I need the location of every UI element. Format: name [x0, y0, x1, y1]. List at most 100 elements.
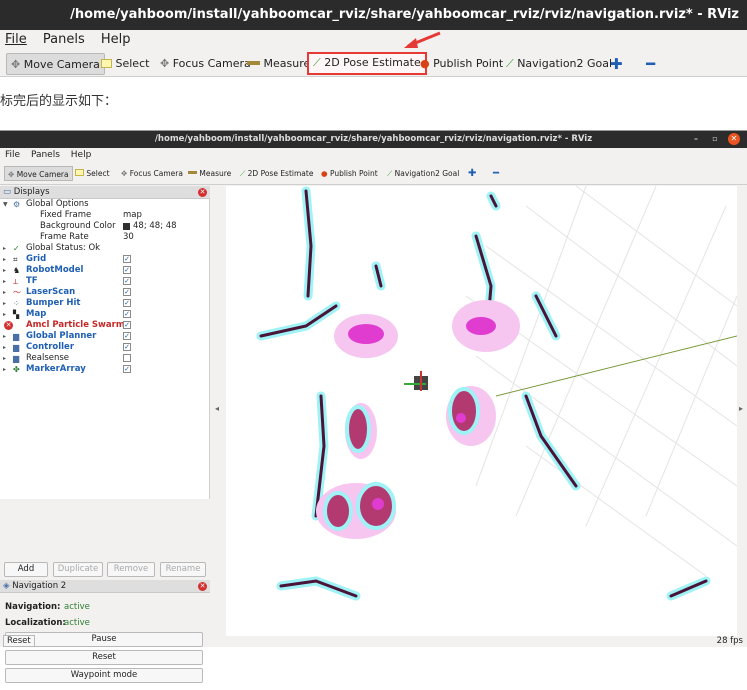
- collapse-left-icon[interactable]: ◂: [215, 404, 219, 413]
- close-icon[interactable]: ✕: [728, 133, 740, 145]
- displays-header: ▭ Displays ✕: [0, 186, 210, 199]
- tree-item-controller[interactable]: ▸ ▆ Controller ✓: [0, 342, 210, 353]
- tree-item-markerarray[interactable]: ▸ ✤ MarkerArray ✓: [0, 364, 210, 375]
- expand-icon[interactable]: ▸: [3, 342, 6, 353]
- waypoint-mode-button[interactable]: Waypoint mode: [5, 668, 203, 683]
- expand-icon[interactable]: ▼: [3, 199, 8, 210]
- expand-icon[interactable]: ▸: [3, 353, 6, 364]
- expand-icon[interactable]: ▸: [3, 276, 6, 287]
- add-button[interactable]: Add: [4, 562, 48, 577]
- grid-lines: [465, 186, 737, 577]
- displays-panel: ▭ Displays ✕ ▼ ⚙ Global Options Fixed Fr…: [0, 186, 210, 683]
- expand-icon[interactable]: ▸: [3, 309, 6, 320]
- check-icon: ✓: [13, 244, 20, 253]
- expand-icon[interactable]: ▸: [3, 364, 6, 375]
- enable-checkbox[interactable]: ✓: [123, 365, 131, 373]
- expand-icon[interactable]: ▸: [3, 254, 6, 265]
- tree-item-laserscan[interactable]: ▸ 〜 LaserScan ✓: [0, 287, 210, 298]
- tree-item-frame-rate[interactable]: Frame Rate 30: [0, 232, 210, 243]
- map-icon: ▚: [13, 310, 20, 319]
- menu-panels[interactable]: Panels: [31, 150, 60, 160]
- collapse-right-icon[interactable]: ▸: [739, 404, 743, 413]
- display-buttons: Add Duplicate Remove Rename: [0, 560, 210, 578]
- enable-checkbox[interactable]: ✓: [123, 266, 131, 274]
- ruler-icon: [188, 171, 197, 174]
- enable-checkbox[interactable]: ✓: [123, 332, 131, 340]
- move-camera-icon: ✥: [8, 170, 15, 179]
- remove-button[interactable]: Remove: [107, 562, 155, 577]
- map-canvas[interactable]: [226, 186, 737, 636]
- green-arrow-icon: ⟋: [240, 169, 246, 178]
- enable-checkbox[interactable]: ✓: [123, 310, 131, 318]
- status-bar: Reset 28 fps: [0, 634, 747, 648]
- remove-tool-icon[interactable]: ━: [490, 166, 502, 181]
- markers-icon: ✤: [13, 365, 20, 374]
- rviz-window: /home/yahboom/install/yahboomcar_rviz/sh…: [0, 130, 747, 683]
- expand-icon[interactable]: ▸: [3, 265, 6, 276]
- menu-file[interactable]: File: [5, 150, 20, 160]
- displays-tree: ▼ ⚙ Global Options Fixed Frame map Backg…: [0, 199, 210, 499]
- minimize-icon[interactable]: –: [690, 133, 702, 145]
- expand-icon[interactable]: ▸: [3, 331, 6, 342]
- robot-icon: ♞: [13, 266, 21, 275]
- localization-status: active: [64, 618, 90, 628]
- tree-item-realsense[interactable]: ▸ ▆ Realsense: [0, 353, 210, 364]
- annotation-arrow: [404, 31, 441, 48]
- right-splitter[interactable]: ▸: [737, 186, 747, 636]
- rviz-menu-bar: File Panels Help: [0, 148, 747, 162]
- monitor-icon: ▭: [3, 187, 12, 197]
- splitter-handle[interactable]: ◂: [210, 186, 226, 636]
- tree-item-robotmodel[interactable]: ▸ ♞ RobotModel ✓: [0, 265, 210, 276]
- publish-point-button[interactable]: ● Publish Point: [318, 166, 381, 181]
- pose-estimate-button[interactable]: ⟋ 2D Pose Estimate: [237, 166, 316, 181]
- grid-icon: ⌗: [13, 255, 18, 264]
- tree-item-global-status[interactable]: ▸ ✓ Global Status: Ok: [0, 243, 210, 254]
- reset-nav-button[interactable]: Reset: [5, 650, 203, 665]
- color-swatch[interactable]: [123, 223, 130, 230]
- axes-icon: ⟂: [13, 277, 19, 286]
- tree-item-background-color[interactable]: Background Color 48; 48; 48: [0, 221, 210, 232]
- maximize-icon[interactable]: ▫: [709, 133, 721, 145]
- enable-checkbox[interactable]: ✓: [123, 288, 131, 296]
- enable-checkbox[interactable]: ✓: [123, 321, 131, 329]
- select-button[interactable]: Select: [72, 166, 113, 181]
- enable-checkbox[interactable]: ✓: [123, 255, 131, 263]
- global-plan-path: [495, 335, 737, 397]
- tree-item-map[interactable]: ▸ ▚ Map ✓: [0, 309, 210, 320]
- nav2-header: ◈ Navigation 2 ✕: [0, 580, 210, 593]
- rviz-tool-bar: ✥ Move Camera Select ✥ Focus Camera Meas…: [0, 162, 747, 185]
- tree-item-grid[interactable]: ▸ ⌗ Grid ✓: [0, 254, 210, 265]
- costmap-obstacles: [256, 186, 711, 601]
- reset-view-button[interactable]: Reset: [3, 635, 35, 647]
- expand-icon[interactable]: ▸: [3, 298, 6, 309]
- tree-item-bumper-hit[interactable]: ▸ ⁘ Bumper Hit ✓: [0, 298, 210, 309]
- measure-button[interactable]: Measure: [185, 166, 234, 181]
- move-camera-button[interactable]: ✥ Move Camera: [4, 166, 73, 181]
- expand-icon[interactable]: ▸: [3, 243, 6, 254]
- enable-checkbox[interactable]: ✓: [123, 299, 131, 307]
- select-icon: [75, 169, 84, 176]
- close-panel-icon[interactable]: ✕: [198, 582, 207, 591]
- rviz-title: /home/yahboom/install/yahboomcar_rviz/sh…: [154, 134, 593, 144]
- add-tool-icon[interactable]: ✚: [465, 166, 479, 181]
- caption-text: 标完后的显示如下：: [0, 94, 118, 109]
- tree-item-tf[interactable]: ▸ ⟂ TF ✓: [0, 276, 210, 287]
- focus-camera-icon: ✥: [121, 169, 128, 178]
- enable-checkbox[interactable]: ✓: [123, 343, 131, 351]
- tree-item-fixed-frame[interactable]: Fixed Frame map: [0, 210, 210, 221]
- rename-button[interactable]: Rename: [160, 562, 206, 577]
- focus-camera-button[interactable]: ✥ Focus Camera: [118, 166, 186, 181]
- tree-item-amcl-particle-swarm[interactable]: ✕ Amcl Particle Swarm ✓: [0, 320, 210, 331]
- tree-item-global-options[interactable]: ▼ ⚙ Global Options: [0, 199, 210, 210]
- enable-checkbox[interactable]: ✓: [123, 277, 131, 285]
- render-view[interactable]: [226, 186, 737, 636]
- enable-checkbox[interactable]: [123, 354, 131, 362]
- duplicate-button[interactable]: Duplicate: [53, 562, 103, 577]
- tree-item-global-planner[interactable]: ▸ ▆ Global Planner ✓: [0, 331, 210, 342]
- diamond-icon: ◈: [3, 581, 10, 591]
- menu-help[interactable]: Help: [71, 150, 92, 160]
- expand-icon[interactable]: ▸: [3, 287, 6, 298]
- nav2-goal-button[interactable]: ⟋ Navigation2 Goal: [384, 166, 462, 181]
- close-panel-icon[interactable]: ✕: [198, 188, 207, 197]
- navigation-label: Navigation:: [5, 602, 61, 612]
